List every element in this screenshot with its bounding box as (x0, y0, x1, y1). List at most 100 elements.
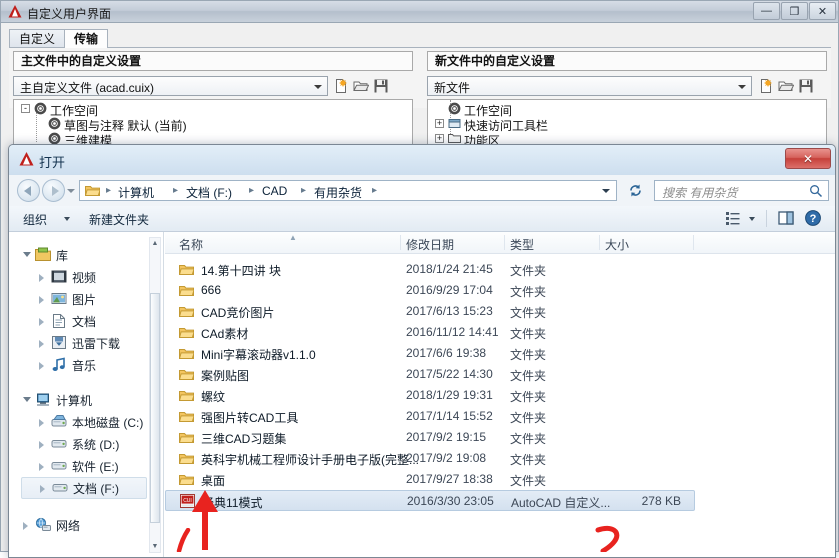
expander-closed-icon[interactable] (39, 340, 44, 348)
scroll-down-button[interactable]: ▼ (150, 541, 160, 552)
scrollbar-thumb[interactable] (150, 293, 160, 523)
expander-closed-icon[interactable] (39, 362, 44, 370)
new-file-combo-value: 新文件 (434, 81, 471, 95)
breadcrumb-chevron-down-icon[interactable] (602, 189, 610, 193)
main-file-tree[interactable]: - 工作空间 草图与注释 默认 (当前) 三维建模 (13, 99, 413, 145)
view-list-icon[interactable] (724, 209, 742, 227)
save-disk-icon[interactable] (373, 78, 389, 94)
file-name: Mini字幕滚动器v1.1.0 (201, 348, 316, 362)
expander-closed-icon[interactable] (23, 522, 28, 530)
autocad-triangle-icon (19, 152, 34, 166)
table-row[interactable]: 三维CAD习题集 2017/9/2 19:15 文件夹 (165, 427, 835, 448)
column-header-name[interactable]: 名称 (179, 236, 203, 253)
expander-closed-icon[interactable] (39, 296, 44, 304)
expander-closed-icon[interactable] (39, 441, 44, 449)
view-chevron-down-icon[interactable] (749, 217, 755, 221)
expander-closed-icon[interactable] (39, 318, 44, 326)
table-row[interactable]: 螺纹 2018/1/29 19:31 文件夹 (165, 385, 835, 406)
divider[interactable] (504, 235, 505, 250)
sidebar-item-documents-f[interactable]: 文档 (F:) (21, 477, 147, 499)
divider[interactable] (599, 235, 600, 250)
breadcrumb-item-computer[interactable]: 计算机 (118, 184, 154, 201)
table-row[interactable]: 14.第十四讲 块 2018/1/24 21:45 文件夹 (165, 259, 835, 280)
file-type: 文件夹 (510, 285, 547, 299)
navigation-pane: 库 视频 图片 文档 迅雷下载 音乐 计算机 本地磁盘 (C:) 系统 (D:)… (9, 232, 164, 557)
expander-closed-icon[interactable] (39, 419, 44, 427)
expander-closed-icon[interactable] (39, 463, 44, 471)
organize-button[interactable]: 组织 (23, 211, 47, 228)
file-date: 2018/1/29 19:31 (406, 388, 493, 402)
new-folder-button[interactable]: 新建文件夹 (89, 211, 149, 228)
file-date: 2017/5/22 14:30 (406, 367, 493, 381)
sidebar-label: 系统 (D:) (72, 438, 120, 452)
file-name: 14.第十四讲 块 (201, 264, 282, 278)
table-row[interactable]: 案例贴图 2017/5/22 14:30 文件夹 (165, 364, 835, 385)
music-icon (52, 357, 65, 371)
folder-icon (179, 454, 194, 464)
sidebar-label: 迅雷下载 (72, 337, 121, 351)
refresh-button[interactable] (621, 180, 649, 201)
minimize-button[interactable]: — (753, 2, 780, 20)
main-file-combo[interactable]: 主自定义文件 (acad.cuix) (13, 76, 328, 96)
expander-closed-icon[interactable] (40, 485, 45, 493)
file-name: 经典11模式 (202, 496, 263, 510)
close-button[interactable]: ✕ (809, 2, 836, 20)
table-row[interactable]: CUI 经典11模式 2016/3/30 23:05 AutoCAD 自定义..… (165, 490, 695, 511)
search-input[interactable]: 搜索 有用杂货 (654, 180, 829, 201)
column-header-type[interactable]: 类型 (510, 236, 534, 253)
folder-icon (179, 433, 194, 443)
table-row[interactable]: CAD竞价图片 2017/6/13 15:23 文件夹 (165, 301, 835, 322)
maximize-button[interactable]: ❐ (781, 2, 808, 20)
tab-customize[interactable]: 自定义 (9, 29, 66, 48)
file-date: 2016/3/30 23:05 (407, 494, 494, 508)
cui-window-controls: — ❐ ✕ (753, 2, 836, 20)
new-file-icon[interactable] (758, 78, 774, 94)
folder-icon (179, 328, 194, 338)
new-file-tree[interactable]: 工作空间 + 快速访问工具栏 + 功能区 (427, 99, 827, 145)
recent-pages-chevron-down-icon[interactable] (67, 189, 75, 193)
open-folder-icon[interactable] (353, 78, 369, 94)
new-file-icon[interactable] (333, 78, 349, 94)
table-row[interactable]: Mini字幕滚动器v1.1.0 2017/6/6 19:38 文件夹 (165, 343, 835, 364)
folder-icon (85, 186, 100, 196)
file-date: 2017/9/2 19:08 (406, 451, 487, 465)
tree-expander-ribbon[interactable]: + (435, 134, 444, 143)
divider[interactable] (693, 235, 694, 250)
cui-title-bar: 自定义用户界面 — ❐ ✕ (1, 1, 838, 23)
expander-open-icon[interactable] (23, 252, 31, 257)
downloads-icon (52, 336, 66, 349)
breadcrumb-item-useful-stuff[interactable]: 有用杂货 (314, 184, 362, 201)
tree-expander-workspace[interactable]: - (21, 104, 30, 113)
file-type: 文件夹 (510, 369, 547, 383)
table-row[interactable]: 桌面 2017/9/27 18:38 文件夹 (165, 469, 835, 490)
chevron-down-icon[interactable] (64, 217, 70, 221)
library-icon (35, 247, 51, 261)
scroll-up-button[interactable]: ▲ (150, 238, 160, 249)
open-dialog-close-button[interactable]: ✕ (785, 148, 831, 169)
column-header-date-modified[interactable]: 修改日期 (406, 236, 454, 253)
table-row[interactable]: CAd素材 2016/11/12 14:41 文件夹 (165, 322, 835, 343)
help-icon[interactable]: ? (804, 209, 822, 227)
open-folder-icon[interactable] (778, 78, 794, 94)
table-row[interactable]: 英科宇机械工程师设计手册电子版(完整... 2017/9/2 19:08 文件夹 (165, 448, 835, 469)
breadcrumb-item-cad[interactable]: CAD (262, 184, 287, 198)
navigation-pane-scrollbar[interactable]: ▲ ▼ (149, 237, 161, 553)
expander-open-icon[interactable] (23, 397, 31, 402)
tree-line (36, 112, 37, 142)
new-file-combo[interactable]: 新文件 (427, 76, 752, 96)
table-row[interactable]: 强图片转CAD工具 2017/1/14 15:52 文件夹 (165, 406, 835, 427)
tab-transfer[interactable]: 传输 (64, 29, 109, 48)
table-row[interactable]: 666 2016/9/29 17:04 文件夹 (165, 280, 835, 301)
preview-pane-icon[interactable] (777, 209, 795, 227)
tree-expander-qat[interactable]: + (435, 119, 444, 128)
open-file-dialog: 打开 ✕ ▸ 计算机 ▸ 文档 (F:) ▸ CAD ▸ 有用杂货 ▸ 搜索 有… (8, 144, 836, 558)
save-disk-icon[interactable] (798, 78, 814, 94)
expander-closed-icon[interactable] (39, 274, 44, 282)
divider[interactable] (400, 235, 401, 250)
column-header-size[interactable]: 大小 (605, 236, 629, 253)
cui-title: 自定义用户界面 (27, 7, 112, 21)
video-icon (51, 270, 67, 283)
breadcrumb-bar[interactable]: ▸ 计算机 ▸ 文档 (F:) ▸ CAD ▸ 有用杂货 ▸ (79, 180, 617, 201)
breadcrumb-item-documents-f[interactable]: 文档 (F:) (186, 184, 232, 201)
file-type: 文件夹 (510, 474, 547, 488)
